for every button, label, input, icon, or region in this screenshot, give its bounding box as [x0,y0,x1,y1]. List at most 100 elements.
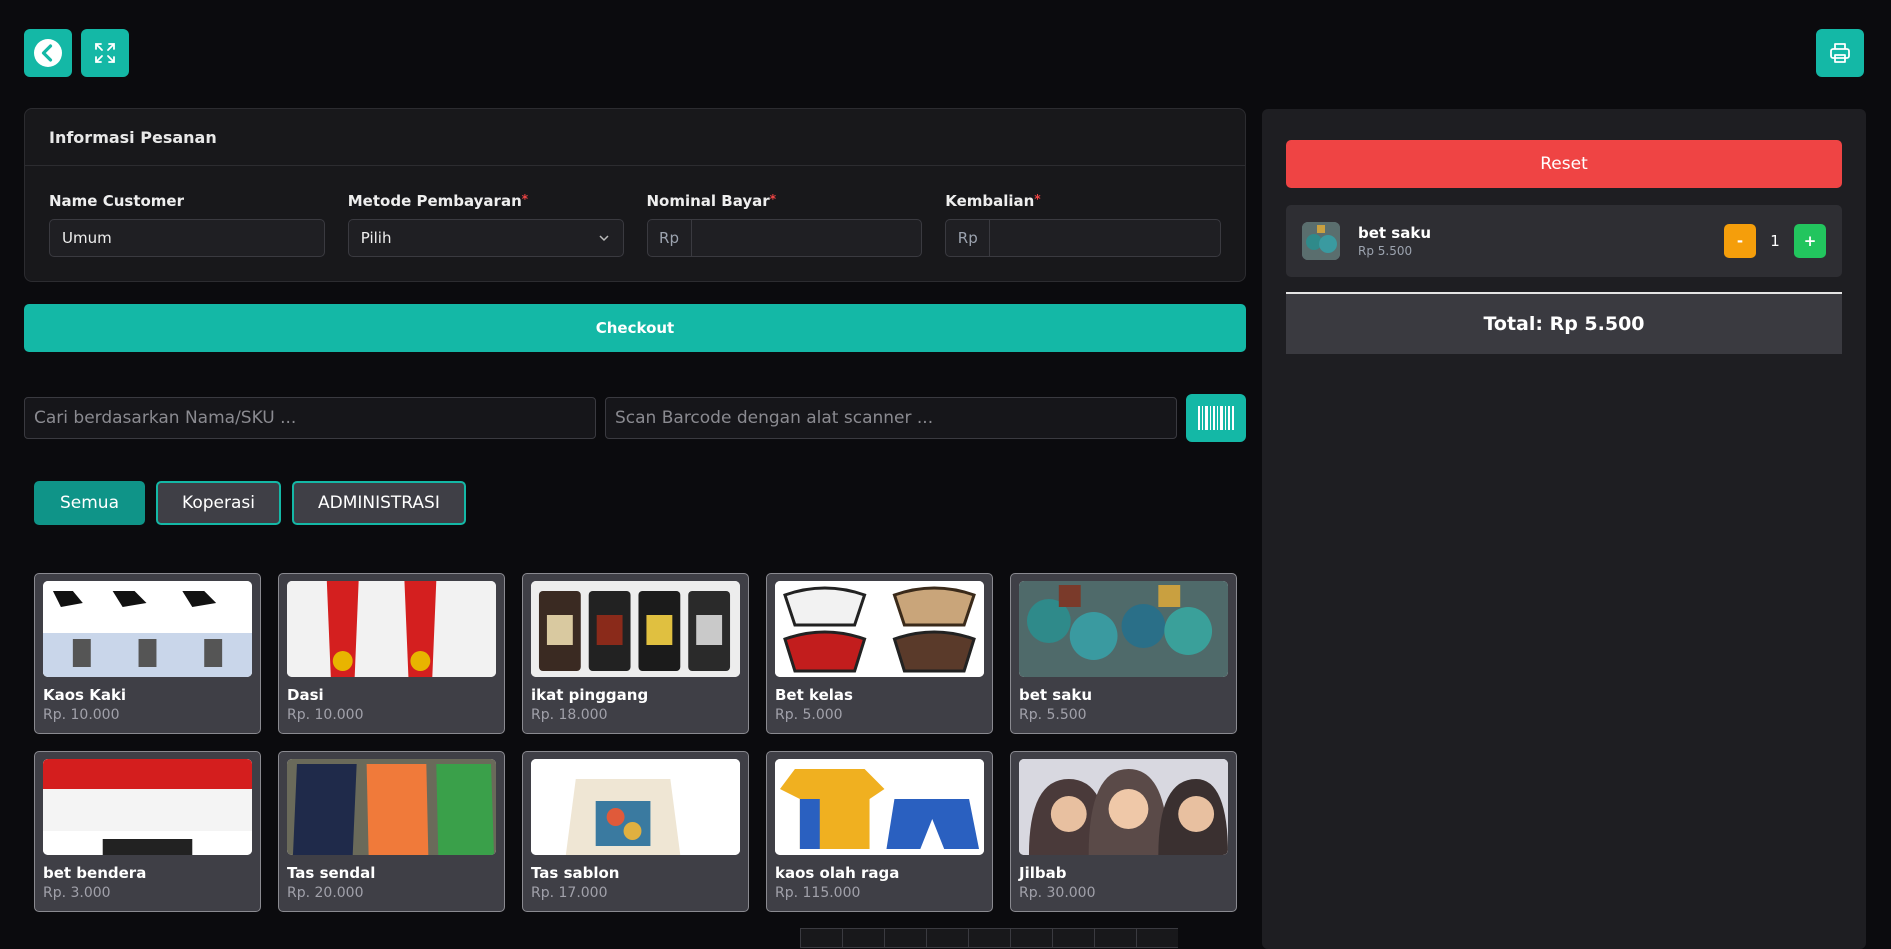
product-price: Rp. 17.000 [531,885,608,901]
change-label: Kembalian* [945,192,1041,210]
customer-input[interactable]: Umum [49,219,325,257]
page-button[interactable] [800,928,842,948]
page-button[interactable] [968,928,1010,948]
required-mark: * [521,192,529,206]
barcode-scan-button[interactable] [1186,394,1246,442]
cart-item-name: bet saku [1358,224,1432,242]
barcode-icon [1198,406,1234,430]
increase-qty-button[interactable]: + [1794,224,1826,258]
required-mark: * [1034,192,1041,206]
nominal-field: Nominal Bayar* Rp [646,192,923,257]
page-button[interactable] [926,928,968,948]
nominal-input-group: Rp [646,219,923,257]
product-image [1019,759,1228,855]
product-name: Bet kelas [775,686,853,704]
pagination [800,928,1178,948]
product-card[interactable]: bet bendera Rp. 3.000 [34,751,261,912]
product-price: Rp. 10.000 [287,707,364,723]
category-koperasi[interactable]: Koperasi [156,481,281,525]
order-info-card: Informasi Pesanan Name Customer Umum Met… [24,108,1246,282]
product-card[interactable]: ikat pinggang Rp. 18.000 [522,573,749,734]
print-button[interactable] [1816,29,1864,77]
product-card[interactable]: Kaos Kaki Rp. 10.000 [34,573,261,734]
printer-icon [1830,43,1850,63]
payment-label: Metode Pembayaran* [347,192,529,210]
product-name: Tas sendal [287,864,376,882]
fullscreen-button[interactable] [81,29,129,77]
product-image [531,759,740,855]
page-button[interactable] [1052,928,1094,948]
search-input[interactable] [24,397,596,439]
cart-item: bet saku Rp 5.500 - 1 + [1286,205,1842,277]
product-name: Kaos Kaki [43,686,127,704]
product-image [775,759,984,855]
customer-label: Name Customer [49,192,184,210]
search-row [24,394,1246,442]
product-grid: Kaos Kaki Rp. 10.000 Dasi Rp. 10.000 ika… [34,573,1246,912]
cart-item-price: Rp 5.500 [1358,244,1413,258]
product-image [43,581,252,677]
product-price: Rp. 10.000 [43,707,120,723]
product-price: Rp. 5.500 [1019,707,1087,723]
change-field: Kembalian* Rp [945,192,1221,257]
page-button[interactable] [1010,928,1052,948]
barcode-input[interactable] [605,397,1177,439]
cart-total: Total: Rp 5.500 [1286,294,1842,354]
page-button[interactable] [1136,928,1178,948]
cart-item-image [1302,222,1340,260]
order-info-title: Informasi Pesanan [25,109,1245,166]
page-button[interactable] [842,928,884,948]
product-card[interactable]: kaos olah raga Rp. 115.000 [766,751,993,912]
product-card[interactable]: bet saku Rp. 5.500 [1010,573,1237,734]
expand-icon [95,43,115,63]
change-prefix: Rp [946,220,991,256]
payment-select[interactable]: Pilih [347,219,624,257]
cart-item-info: bet saku Rp 5.500 [1358,224,1724,258]
product-name: bet bendera [43,864,147,882]
reset-button[interactable]: Reset [1286,140,1842,188]
cart-item-qty: 1 [1770,232,1780,250]
product-card[interactable]: Bet kelas Rp. 5.000 [766,573,993,734]
page-button[interactable] [884,928,926,948]
product-name: bet saku [1019,686,1093,704]
product-name: Tas sablon [531,864,620,882]
change-input-group: Rp [945,219,1221,257]
required-mark: * [769,192,776,206]
product-image [287,759,496,855]
product-name: kaos olah raga [775,864,900,882]
decrease-qty-button[interactable]: - [1724,224,1756,258]
product-price: Rp. 30.000 [1019,885,1096,901]
nominal-input[interactable] [692,220,922,256]
top-toolbar [24,29,129,77]
left-panel: Informasi Pesanan Name Customer Umum Met… [24,108,1246,912]
product-name: Jilbab [1019,864,1067,882]
payment-field: Metode Pembayaran* Pilih [347,192,624,257]
product-card[interactable]: Jilbab Rp. 30.000 [1010,751,1237,912]
category-semua[interactable]: Semua [34,481,146,525]
category-filter: Semua Koperasi ADMINISTRASI [34,481,1246,525]
product-card[interactable]: Tas sendal Rp. 20.000 [278,751,505,912]
category-administrasi[interactable]: ADMINISTRASI [291,481,466,525]
product-price: Rp. 115.000 [775,885,861,901]
cart-panel: Reset bet saku Rp 5.500 - 1 + Total: Rp … [1262,109,1866,949]
customer-field: Name Customer Umum [49,192,325,257]
product-name: ikat pinggang [531,686,649,704]
page-button[interactable] [1094,928,1136,948]
product-image [531,581,740,677]
product-image [775,581,984,677]
product-price: Rp. 5.000 [775,707,843,723]
payment-value: Pilih [360,229,392,247]
back-button[interactable] [24,29,72,77]
chevron-down-icon [598,235,609,242]
product-image [1019,581,1228,677]
checkout-button[interactable]: Checkout [24,304,1246,352]
nominal-prefix: Rp [648,220,692,256]
product-card[interactable]: Tas sablon Rp. 17.000 [522,751,749,912]
change-input[interactable] [990,220,1220,256]
product-image [43,759,252,855]
product-card[interactable]: Dasi Rp. 10.000 [278,573,505,734]
nominal-label: Nominal Bayar* [646,192,776,210]
chevron-left-icon [34,39,62,67]
product-price: Rp. 20.000 [287,885,364,901]
product-name: Dasi [287,686,324,704]
